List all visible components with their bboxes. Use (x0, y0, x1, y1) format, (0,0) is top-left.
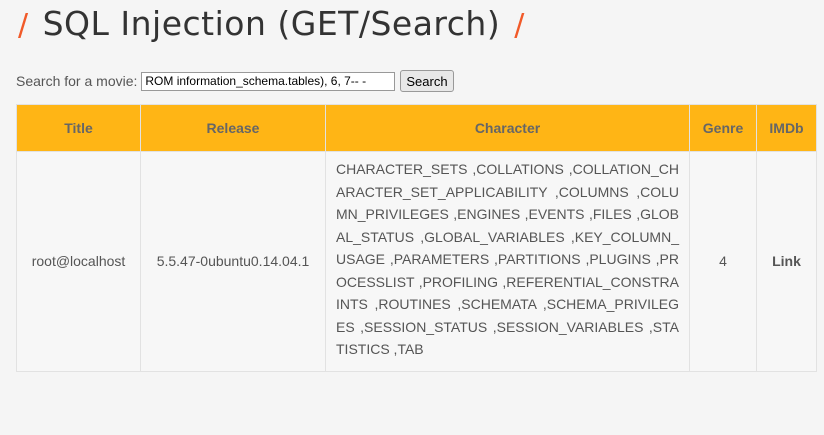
imdb-link[interactable]: Link (772, 253, 801, 269)
cell-title: root@localhost (16, 151, 141, 372)
header-title: Title (16, 104, 141, 152)
cell-genre: 4 (689, 151, 757, 372)
search-form: Search for a movie: Search (16, 70, 454, 92)
character-text: CHARACTER_SETS ,COLLATIONS ,COLLATION_CH… (336, 161, 679, 357)
page-title: / SQL Injection (GET/Search) / (18, 4, 525, 43)
table-row: root@localhost 5.5.47-0ubuntu0.14.04.1 C… (16, 151, 817, 372)
header-imdb: IMDb (756, 104, 817, 152)
cell-imdb: Link (756, 151, 817, 372)
cell-release: 5.5.47-0ubuntu0.14.04.1 (140, 151, 326, 372)
title-slash-right: / (514, 8, 525, 43)
title-text: SQL Injection (GET/Search) (42, 4, 501, 43)
title-slash-left: / (18, 8, 29, 43)
header-character: Character (325, 104, 690, 152)
header-release: Release (140, 104, 326, 152)
header-genre: Genre (689, 104, 757, 152)
results-table: Title Release Character Genre IMDb root@… (16, 104, 817, 372)
table-header-row: Title Release Character Genre IMDb (16, 104, 817, 152)
cell-character: CHARACTER_SETS ,COLLATIONS ,COLLATION_CH… (325, 151, 690, 372)
search-button[interactable]: Search (400, 70, 454, 92)
search-input[interactable] (141, 71, 396, 91)
search-label: Search for a movie: (16, 73, 138, 89)
